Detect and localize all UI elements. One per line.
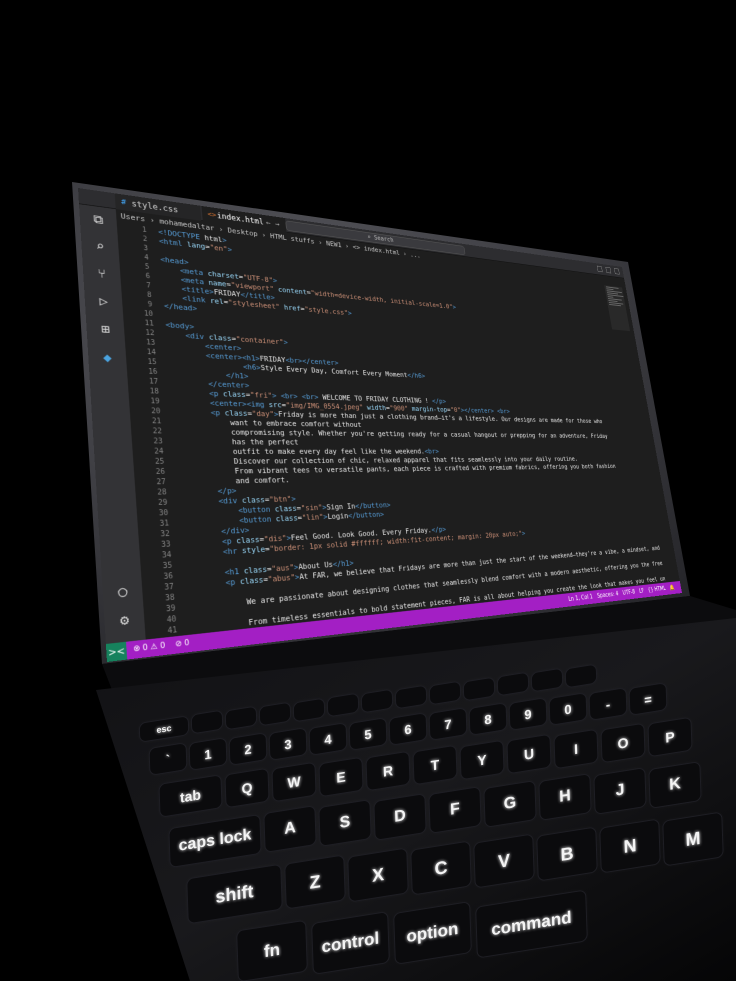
key-f6[interactable] <box>361 689 393 713</box>
key-y[interactable]: Y <box>460 740 504 780</box>
key--[interactable]: = <box>629 683 667 715</box>
key-2[interactable]: 2 <box>229 733 267 765</box>
key-6[interactable]: 6 <box>389 713 427 745</box>
key-d[interactable]: D <box>374 793 426 840</box>
key-3[interactable]: 3 <box>269 728 307 760</box>
key-p[interactable]: P <box>648 718 692 757</box>
key-h[interactable]: H <box>539 774 591 821</box>
key-n[interactable]: N <box>600 820 660 873</box>
key-option[interactable]: option <box>393 902 471 965</box>
key-f8[interactable] <box>429 681 461 705</box>
key-c[interactable]: C <box>411 841 471 895</box>
key-4[interactable]: 4 <box>309 723 347 755</box>
key-o[interactable]: O <box>601 723 645 763</box>
keyboard: esc ` 1 2 3 4 5 6 7 8 9 0- = tab Q W E R T Y U I O Pcaps lock A S… <box>0 0 736 981</box>
key-s[interactable]: S <box>319 800 371 846</box>
key-control[interactable]: control <box>312 911 389 974</box>
key-7[interactable]: 7 <box>429 708 467 740</box>
key-j[interactable]: J <box>594 768 646 814</box>
key-f2[interactable] <box>225 706 257 730</box>
key-f5[interactable] <box>327 694 359 717</box>
key-command[interactable]: command <box>475 890 587 958</box>
key-fn[interactable]: fn <box>237 920 307 981</box>
key-q[interactable]: Q <box>225 768 269 808</box>
key-a[interactable]: A <box>264 806 316 853</box>
laptop-photo: # style.css <> index.html ← → ⌕ Search ⧉… <box>0 0 736 981</box>
key--[interactable]: ` <box>149 743 187 775</box>
key-u[interactable]: U <box>507 735 551 774</box>
key-caps-lock[interactable]: caps lock <box>169 815 261 867</box>
key-m[interactable]: M <box>663 812 723 866</box>
key-f1[interactable] <box>191 710 223 734</box>
key-5[interactable]: 5 <box>349 718 387 750</box>
key-shift[interactable]: shift <box>187 864 282 924</box>
key-t[interactable]: T <box>413 746 457 785</box>
key-f4[interactable] <box>293 698 325 721</box>
key-9[interactable]: 9 <box>509 698 547 730</box>
key-w[interactable]: W <box>272 763 316 802</box>
key-f3[interactable] <box>259 702 291 726</box>
key-f[interactable]: F <box>429 787 481 834</box>
key-z[interactable]: Z <box>285 856 345 909</box>
key-f7[interactable] <box>395 685 427 709</box>
key-f12[interactable] <box>565 664 597 688</box>
key-r[interactable]: R <box>366 751 410 791</box>
key-f11[interactable] <box>531 668 563 692</box>
key-tab[interactable]: tab <box>159 775 222 817</box>
key-esc[interactable]: esc <box>139 716 189 742</box>
key-0[interactable]: 0 <box>549 693 587 725</box>
key-v[interactable]: V <box>474 834 534 888</box>
key-g[interactable]: G <box>484 781 536 827</box>
key-1[interactable]: 1 <box>189 738 227 770</box>
key-f10[interactable] <box>497 673 529 696</box>
key--[interactable]: - <box>589 688 627 720</box>
key-8[interactable]: 8 <box>469 703 507 735</box>
key-b[interactable]: B <box>537 827 597 881</box>
key-x[interactable]: X <box>348 848 408 902</box>
key-i[interactable]: I <box>554 729 598 768</box>
key-e[interactable]: E <box>319 757 363 796</box>
key-f9[interactable] <box>463 677 495 700</box>
key-k[interactable]: K <box>649 761 701 808</box>
